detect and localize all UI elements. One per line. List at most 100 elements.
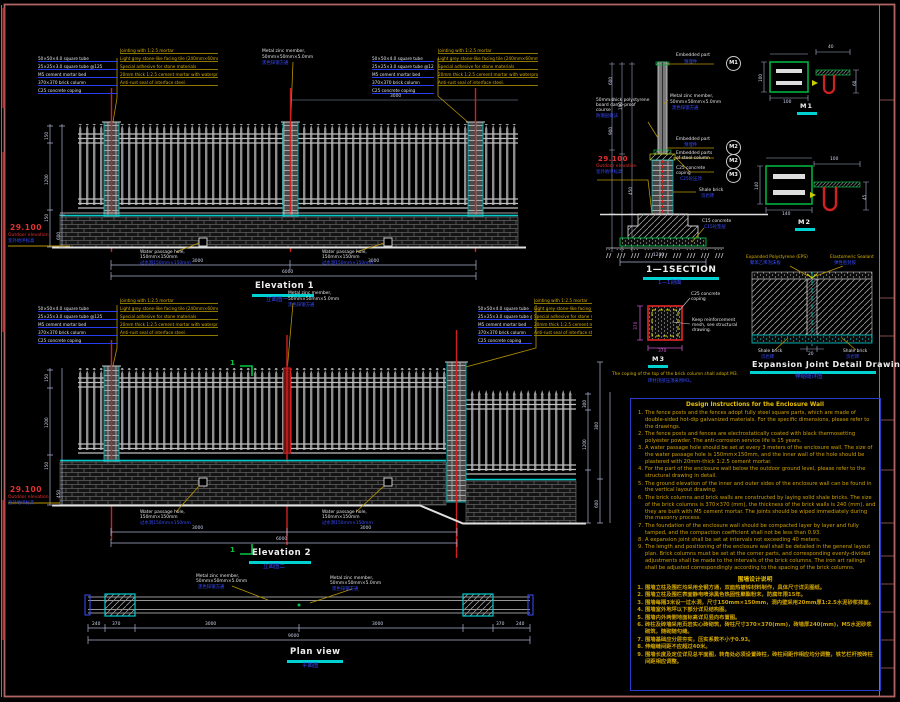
list-item: M5 cement mortar bed	[478, 322, 532, 328]
e2-post-label-cn: 黑色锌钢方通	[288, 303, 314, 308]
e2-post-label: Metal zinc member,	[288, 291, 332, 296]
sec-damp-cn: 防潮层做法	[596, 114, 618, 119]
e2-vdim: 150	[44, 462, 49, 470]
list-item: Jointing with 1:2.5 mortar	[120, 298, 218, 304]
list-item: 2.围墙立柱及围栏表面静电喷涂黑色热固性聚酯粉末，防腐年限15年。	[634, 592, 876, 599]
e1-water-hole-size2: 150mm×150mm	[322, 255, 360, 260]
sec-c15-cn: C15砼垫层	[704, 225, 726, 230]
list-item: 9.围墙长度及定位详见总平面图，转角处必须设置砖柱，砖柱间距作相应均分调整，铁艺…	[634, 652, 876, 666]
list-item: Light grey stone-like facing tile (240mm…	[120, 306, 218, 312]
sec-elevation-label: Outdoor elevation	[596, 164, 637, 169]
plan-callout-cn2: 黑色锌钢方通	[332, 587, 358, 592]
instructions-list-cn: 1.围墙立柱及围栏均采用全钢方通，双面热镀锌材料制作，具体尺寸详见图纸。2.围墙…	[634, 585, 876, 666]
e2-annotation-left2: 50×50×4.0 square tube25×25×3.0 square tu…	[478, 306, 532, 346]
instructions-title: Design Instructions for the Enclosure Wa…	[634, 402, 876, 408]
list-item: Light grey stone-like facing tile (240mm…	[438, 56, 538, 62]
e1-vdim: 1200	[44, 174, 49, 185]
list-item: Jointing with 1:2.5 mortar	[534, 298, 592, 304]
list-item: 370×370 brick column	[478, 330, 532, 336]
m1-dim-uw: 40	[828, 45, 834, 50]
sec-m2-tag: M2	[726, 140, 741, 155]
m2-label: M2	[798, 219, 811, 226]
list-item: Anti-rust seal of interface steel.	[534, 330, 592, 336]
list-item: M5 cement mortar bed	[38, 72, 118, 78]
e1-dim-bay1: 3000	[192, 259, 203, 264]
plan-callout-cn: 黑色锌钢方通	[198, 585, 224, 590]
e2-annotation-materials2: Jointing with 1:2.5 mortarLight grey sto…	[534, 298, 592, 338]
plan-dim: 370	[496, 622, 504, 627]
sec-title: 1—1SECTION	[646, 265, 716, 275]
exp-title-cn: 伸缩缝详图	[795, 374, 823, 380]
m3-note: The coping of the top of the brick colum…	[612, 372, 738, 377]
sec-dim-bottom: 1200	[653, 253, 664, 258]
sec-damp-label3: course	[596, 108, 611, 113]
list-item: 7.围墙基础应分层夯实，压实系数不小于0.93。	[634, 637, 876, 644]
sec-title-cn: 1—1剖面	[658, 280, 682, 286]
e1-elevation-label: Outdoor elevation	[8, 233, 49, 238]
exp-left-callout-cn: 聚苯乙烯泡沫板	[750, 261, 781, 266]
list-item: M5 cement mortar bed	[372, 72, 434, 78]
list-item: 8.伸缩缝间距不应超过40米。	[634, 644, 876, 651]
e1-vdim: 600	[56, 232, 61, 240]
sec-coping-cn: C25砼压顶	[680, 177, 702, 182]
list-item: 5.The ground elevation of the inner and …	[634, 481, 876, 495]
exp-brick-left: Shale brick	[758, 349, 782, 354]
m3-detail-drawing	[637, 298, 690, 351]
instructions-title-cn: 围墙设计说明	[634, 574, 876, 583]
design-instructions-panel: Design Instructions for the Enclosure Wa…	[630, 398, 881, 691]
plan-dim: 240	[516, 622, 524, 627]
e1-vdim: 150	[44, 214, 49, 222]
list-item: 1.The fence posts and the fences adopt f…	[634, 410, 876, 431]
list-item: 370×370 brick column	[38, 80, 118, 86]
plan-dim: 3000	[372, 622, 383, 627]
e1-elevation-value: 29.100	[10, 224, 42, 233]
m3-dim-w: 370	[658, 349, 666, 354]
e2-vdim-right: 600	[594, 500, 599, 508]
list-item: 50×50×4.0 square tube	[38, 56, 118, 62]
plan-title-cn: 平面图	[302, 663, 319, 669]
m2-detail-drawing	[757, 158, 869, 213]
m2-dim-uw: 100	[830, 157, 838, 162]
sec-elevation-cn: 室外地坪标高	[596, 170, 622, 175]
list-item: 7.The foundation of the enclosure wall s…	[634, 523, 876, 537]
m1-label: M1	[800, 103, 813, 110]
sec-vdim: 150	[618, 102, 623, 110]
e2-elevation-value: 29.100	[10, 486, 42, 495]
e1-dim-bay2: 3000	[368, 259, 379, 264]
e2-vdim: 1200	[44, 417, 49, 428]
list-item: Light grey stone-like facing tile (240mm…	[120, 56, 218, 62]
e2-vdim-right: 300	[594, 422, 599, 430]
sec-c15-label: C15 concrete	[702, 219, 731, 224]
sec-m1-tag: M1	[726, 56, 741, 71]
list-item: 4.围墙室外地坪以下部分详见结构图。	[634, 607, 876, 614]
list-item: 3.围墙每隔3米设一过水洞，尺寸150mm×150mm，洞内壁采用20mm厚1:…	[634, 600, 876, 607]
e1-vdim: 150	[44, 132, 49, 140]
m3-note-cn: 砖柱顶部压顶采用M3。	[648, 379, 694, 384]
list-item: 3.A water passage hole should be set at …	[634, 445, 876, 466]
e1-water-hole-cn2: 过水洞150mm×150mm	[322, 261, 373, 266]
list-item: 9.The length and positioning of the encl…	[634, 544, 876, 571]
sec-m2b-tag: M2	[726, 154, 741, 169]
exp-left-callout: Expanded Polystyrene (EPS)	[746, 255, 808, 260]
m3-dim-h: 370	[634, 322, 639, 330]
e1-annotation-left: 50×50×4.0 square tube25×25×3.0 square tu…	[38, 56, 118, 96]
m1-label-underline	[797, 112, 817, 115]
e2-water-hole-cn: 过水洞150mm×150mm	[140, 521, 191, 526]
sec-col-label2: of steel column	[676, 156, 710, 161]
e2-annotation-left: 50×50×4.0 square tube25×25×3.0 square tu…	[38, 306, 118, 346]
e2-vdim: 450	[56, 490, 61, 498]
e2-post-label2: 50mm×50mm×5.0mm	[288, 297, 339, 302]
plan-title: Plan view	[290, 648, 340, 658]
list-item: Special adhesive for stone materials	[120, 314, 218, 320]
e2-title: Elevation 2	[252, 549, 311, 559]
e1-post-label2: 50mm×50mm×5.0mm	[262, 55, 313, 60]
plan-dim-total: 9000	[288, 634, 299, 639]
plan-callout2: 50mm×50mm×5.0mm	[196, 579, 247, 584]
list-item: 20mm thick 1:2.5 cement mortar with wate…	[120, 72, 218, 78]
e2-annotation-materials: Jointing with 1:2.5 mortar Light grey sto…	[120, 298, 218, 338]
sec-vdim: 600	[608, 77, 613, 85]
sec-embed-label: Embedded part	[676, 53, 710, 58]
list-item: C25 concrete coping	[372, 88, 434, 94]
list-item: 5.围墙内外两侧地面标高详见竖向布置图。	[634, 615, 876, 622]
list-item: Jointing with 1:2.5 mortar	[120, 48, 218, 54]
